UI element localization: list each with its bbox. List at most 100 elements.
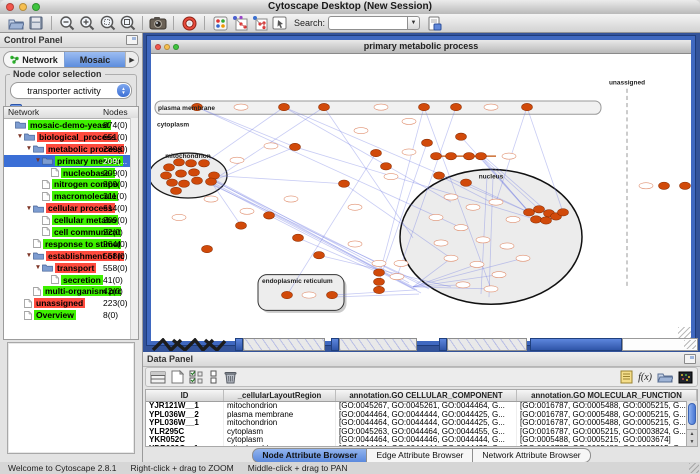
table-row[interactable]: YKR052Ccytoplasm[GO:0044464, GO:0044446,… [146, 436, 697, 445]
network-node[interactable] [279, 103, 290, 110]
network-view-titlebar[interactable]: primary metabolic process [151, 40, 691, 54]
tab-network-attribute-browser[interactable]: Network Attribute Browser [473, 448, 590, 463]
table-row[interactable]: YJR121W__1mitochondrion[GO:0045267, GO:0… [146, 402, 697, 411]
zoom-selected-icon[interactable] [97, 15, 117, 32]
table-column-header[interactable]: ID [146, 390, 224, 401]
table-row[interactable]: YPL036W__1mitochondrion[GO:0044464, GO:0… [146, 419, 697, 428]
network-view-window[interactable]: primary metabolic process plasma membran… [147, 36, 695, 345]
tab-overflow-arrow[interactable]: ▶ [125, 52, 138, 67]
delete-attribute-icon[interactable] [224, 370, 237, 384]
unselect-attributes-icon[interactable] [209, 370, 219, 384]
attribute-table-icon[interactable] [150, 371, 166, 384]
tree-expand-icon[interactable]: ▼ [25, 205, 33, 212]
create-attribute-icon[interactable] [171, 370, 184, 384]
tree-row[interactable]: mosaic-demo-yeast874(0) [4, 119, 138, 131]
app-resize-grip[interactable] [689, 463, 699, 473]
network-node[interactable] [171, 187, 182, 194]
network-node[interactable] [339, 180, 350, 187]
table-column-header[interactable]: annotation.GO MOLECULAR_FUNCTION [517, 390, 697, 401]
tree-scrollbar[interactable] [130, 118, 138, 339]
zoom-in-icon[interactable] [77, 15, 97, 32]
formula-icon[interactable]: f(x) [638, 372, 652, 383]
minimized-window-edge[interactable] [235, 338, 243, 351]
tree-row[interactable]: cellular metabo209(0) [4, 214, 138, 226]
tab-edge-attribute-browser[interactable]: Edge Attribute Browser [367, 448, 473, 463]
table-row[interactable]: YDR039C__1mitochondrion[GO:0044464, GO:0… [146, 445, 697, 447]
table-scroll-arrows[interactable]: ▲▼ [687, 429, 697, 446]
minimize-view-icon[interactable] [164, 44, 170, 50]
network-node[interactable] [461, 179, 472, 186]
tree-row[interactable]: ▼metabolic process280(0) [4, 143, 138, 155]
network-node[interactable] [541, 217, 552, 224]
network-node[interactable] [189, 169, 200, 176]
network-node[interactable] [381, 163, 392, 170]
destroy-view-icon[interactable] [250, 15, 270, 32]
network-node[interactable] [374, 269, 385, 276]
table-scrollbar-thumb[interactable] [688, 403, 696, 425]
tree-row[interactable]: multi-organism pro42(0) [4, 285, 138, 297]
close-view-icon[interactable] [155, 44, 161, 50]
network-node[interactable] [282, 291, 293, 298]
network-node[interactable] [531, 216, 542, 223]
tab-mosaic[interactable]: Mosaic [64, 52, 125, 67]
help-icon[interactable] [179, 15, 199, 32]
network-node[interactable] [374, 286, 385, 293]
network-node[interactable] [451, 103, 462, 110]
search-input[interactable] [328, 16, 407, 30]
tree-row[interactable]: nitrogen compo209(0) [4, 178, 138, 190]
tree-row[interactable]: secretion41(0) [4, 274, 138, 286]
network-node[interactable] [186, 160, 197, 167]
network-node[interactable] [522, 103, 533, 110]
network-node[interactable] [236, 222, 247, 229]
network-node[interactable] [419, 103, 430, 110]
open-session-icon[interactable] [6, 15, 26, 32]
network-node[interactable] [206, 178, 217, 185]
birds-eye-view[interactable] [7, 342, 135, 454]
tree-row[interactable]: ▼cellular process614(0) [4, 202, 138, 214]
table-row[interactable]: YPL036W__2plasma membrane[GO:0044464, GO… [146, 411, 697, 420]
import-network-icon[interactable] [424, 15, 444, 32]
network-node[interactable] [293, 234, 304, 241]
minimized-window-bar[interactable] [530, 338, 622, 351]
node-color-dropdown[interactable]: transporter activity ▲▼ [10, 82, 132, 99]
network-canvas[interactable]: plasma membranecytoplasmmitochondrionnuc… [151, 54, 691, 340]
tree-expand-icon[interactable]: ▼ [34, 157, 42, 164]
minimized-window-thumbnail[interactable] [447, 338, 527, 351]
network-node[interactable] [374, 278, 385, 285]
network-node[interactable] [476, 152, 487, 159]
table-column-header[interactable]: annotation.GO CELLULAR_COMPONENT [336, 390, 517, 401]
zoom-fit-icon[interactable] [117, 15, 137, 32]
network-node[interactable] [680, 182, 691, 189]
minimized-window-edge[interactable] [439, 338, 447, 351]
network-node[interactable] [422, 139, 433, 146]
tree-expand-icon[interactable]: ▼ [34, 264, 42, 271]
network-node[interactable] [192, 177, 203, 184]
import-attributes-icon[interactable] [657, 371, 673, 384]
network-node[interactable] [179, 180, 190, 187]
close-window-icon[interactable] [6, 3, 14, 11]
tree-expand-icon[interactable]: ▼ [16, 133, 24, 140]
tree-row[interactable]: Overview8(0) [4, 309, 138, 321]
network-node[interactable] [659, 182, 670, 189]
snapshot-icon[interactable] [148, 15, 168, 32]
search-dropdown-icon[interactable]: ▼ [407, 16, 420, 30]
network-node[interactable] [524, 209, 535, 216]
network-node[interactable] [446, 152, 457, 159]
tab-node-attribute-browser[interactable]: Node Attribute Browser [252, 448, 367, 463]
table-scrollbar[interactable]: ▲▼ [686, 401, 697, 446]
minimize-window-icon[interactable] [19, 3, 27, 11]
network-node[interactable] [167, 179, 178, 186]
vizmapper-icon[interactable] [210, 15, 230, 32]
float-panel-icon[interactable] [126, 35, 138, 45]
window-resize-corner[interactable] [622, 338, 698, 351]
annotation-icon[interactable] [270, 15, 290, 32]
network-node[interactable] [264, 212, 275, 219]
network-node[interactable] [199, 160, 210, 167]
tree-expand-icon[interactable]: ▼ [25, 145, 33, 152]
tree-row[interactable]: macromolecule311(0) [4, 190, 138, 202]
network-node[interactable] [176, 170, 187, 177]
network-node[interactable] [431, 152, 442, 159]
network-node[interactable] [534, 206, 545, 213]
network-node[interactable] [456, 133, 467, 140]
network-node[interactable] [202, 245, 213, 252]
